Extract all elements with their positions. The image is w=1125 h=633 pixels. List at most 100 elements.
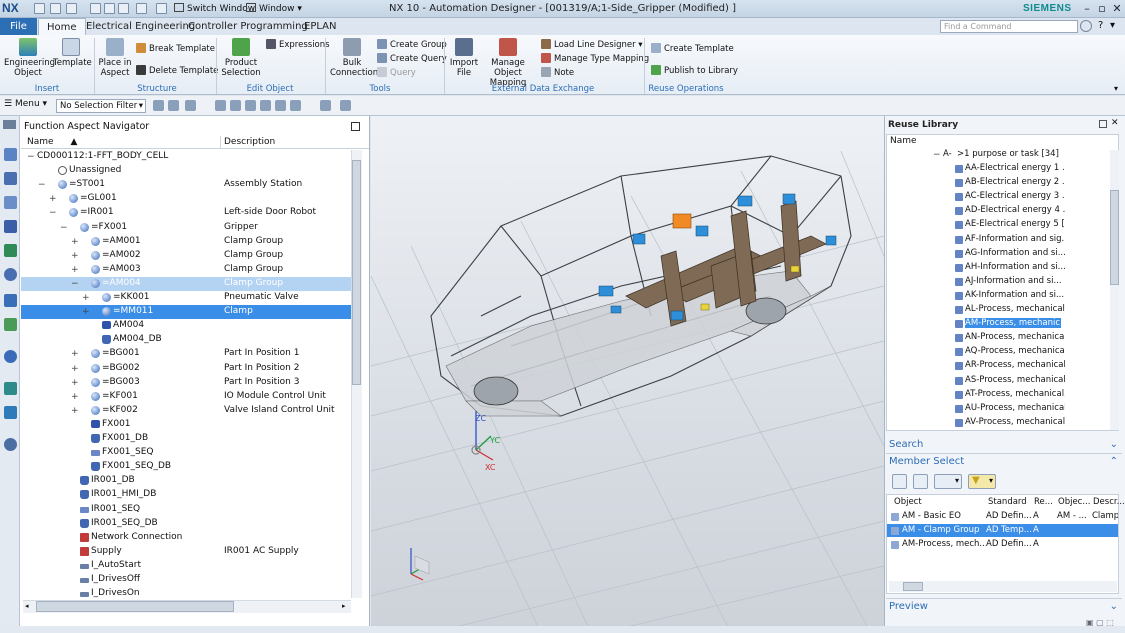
tree-row[interactable]: − CD000112:1-FFT_BODY_CELL bbox=[21, 150, 351, 164]
tree-row[interactable]: Supply IR001 AC Supply bbox=[21, 545, 351, 559]
reuse-library-item[interactable]: AQ-Process, mechanical... bbox=[887, 345, 1112, 359]
select-all-icon[interactable] bbox=[153, 100, 164, 111]
break-template-button[interactable]: Break Template bbox=[136, 43, 215, 54]
create-query-button[interactable]: Create Query bbox=[377, 53, 447, 64]
graphics-window[interactable]: ZC YC XC bbox=[371, 116, 884, 633]
member-row[interactable]: AM-Process, mech... AD Defin... A bbox=[887, 538, 1118, 551]
tree-row[interactable]: Unassigned bbox=[21, 164, 351, 178]
tree-row[interactable]: + =KF001 IO Module Control Unit bbox=[21, 390, 351, 404]
tree-row[interactable]: FX001_DB bbox=[21, 432, 351, 446]
tree-row[interactable]: FX001 bbox=[21, 418, 351, 432]
tree-row[interactable]: Network Connection bbox=[21, 531, 351, 545]
member-col-descr[interactable]: Descr... bbox=[1093, 497, 1125, 507]
tree-row[interactable]: I_DrivesOn bbox=[21, 587, 351, 601]
collapse-icon[interactable]: − bbox=[27, 152, 35, 162]
member-select-header[interactable]: Member Select ⌃ bbox=[886, 453, 1122, 468]
view-icon[interactable] bbox=[340, 100, 351, 111]
load-line-designer-button[interactable]: Load Line Designer ▾ bbox=[541, 39, 643, 50]
member-row[interactable]: AM - Basic EO AD Defin... A AM - ... Clamp bbox=[887, 510, 1118, 523]
column-header-description[interactable]: Description bbox=[224, 137, 275, 147]
pick-icon[interactable] bbox=[185, 100, 196, 111]
reuse-library-item[interactable]: AT-Process, mechanical... bbox=[887, 388, 1112, 402]
rotate-icon[interactable] bbox=[275, 100, 286, 111]
function-aspect-icon[interactable] bbox=[4, 172, 17, 185]
collapse-icon[interactable]: − bbox=[49, 208, 57, 218]
reuse-vertical-scroll-thumb[interactable] bbox=[1110, 190, 1119, 285]
reuse-library-item[interactable]: AE-Electrical energy 5 [E... bbox=[887, 218, 1112, 232]
import-file-button[interactable]: Import File bbox=[448, 38, 480, 78]
close-icon[interactable]: ✕ bbox=[1110, 2, 1124, 15]
expand-icon[interactable]: + bbox=[71, 237, 79, 247]
ribbon-expand-icon[interactable]: ▾ bbox=[1114, 84, 1118, 93]
member-col-re[interactable]: Re... bbox=[1034, 497, 1053, 507]
tree-row[interactable]: IR001_SEQ bbox=[21, 503, 351, 517]
reuse-library-item[interactable]: AN-Process, mechanical... bbox=[887, 331, 1112, 345]
reuse-library-item[interactable]: AH-Information and si... bbox=[887, 261, 1112, 275]
tree-row[interactable]: IR001_SEQ_DB bbox=[21, 517, 351, 531]
tree-row[interactable]: − =FX001 Gripper bbox=[21, 221, 351, 235]
menu-button[interactable]: ☰ Menu ▾ bbox=[4, 99, 47, 109]
column-header-name[interactable]: Name ▲ bbox=[27, 137, 77, 147]
query-button[interactable]: Query bbox=[377, 67, 416, 78]
reuse-maximize-icon[interactable] bbox=[1099, 120, 1107, 128]
template-button[interactable]: Template bbox=[53, 38, 92, 68]
tree-row[interactable]: + =BG001 Part In Position 1 bbox=[21, 347, 351, 361]
signal-icon[interactable] bbox=[4, 294, 17, 307]
expand-icon[interactable]: + bbox=[71, 392, 79, 402]
expand-icon[interactable]: + bbox=[71, 251, 79, 261]
expand-icon[interactable]: + bbox=[49, 194, 57, 204]
reuse-library-item[interactable]: AG-Information and si... bbox=[887, 247, 1112, 261]
tree-row[interactable]: + =BG002 Part In Position 2 bbox=[21, 362, 351, 376]
collapse-icon[interactable]: − bbox=[71, 279, 79, 289]
tree-row[interactable]: − =ST001 Assembly Station bbox=[21, 178, 351, 192]
scroll-right-icon[interactable]: ▸ bbox=[342, 602, 346, 610]
process-icon[interactable] bbox=[4, 382, 17, 395]
tree-row[interactable]: AM004_DB bbox=[21, 333, 351, 347]
bulk-connection-button[interactable]: Bulk Connection bbox=[330, 38, 378, 78]
restore-icon[interactable]: ▫ bbox=[1095, 2, 1109, 15]
snap-icon[interactable] bbox=[168, 100, 179, 111]
orient-icon[interactable] bbox=[245, 100, 256, 111]
minimize-icon[interactable]: – bbox=[1080, 2, 1094, 15]
collapse-icon[interactable]: − bbox=[38, 180, 46, 190]
reuse-library-item[interactable]: AL-Process, mechanical... bbox=[887, 303, 1112, 317]
product-selection-button[interactable]: Product Selection bbox=[220, 38, 262, 78]
shaded-icon[interactable] bbox=[260, 100, 271, 111]
web-browser-icon[interactable] bbox=[4, 268, 17, 281]
tree-row[interactable]: FX001_SEQ_DB bbox=[21, 460, 351, 474]
reuse-root-item[interactable]: − A- >1 purpose or task [34] bbox=[887, 148, 1112, 162]
info-icon[interactable] bbox=[4, 350, 17, 363]
ribbon-options-icon[interactable]: ▾ bbox=[1110, 20, 1115, 31]
scroll-left-icon[interactable]: ◂ bbox=[25, 602, 29, 610]
preview-panel-header[interactable]: Preview ⌄ bbox=[886, 598, 1122, 613]
tree-row[interactable]: − =IR001 Left-side Door Robot bbox=[21, 206, 351, 220]
expand-icon[interactable]: + bbox=[71, 349, 79, 359]
tree-row[interactable]: + =AM002 Clamp Group bbox=[21, 249, 351, 263]
location-aspect-icon[interactable] bbox=[4, 220, 17, 233]
reuse-library-item[interactable]: AD-Electrical energy 4 ... bbox=[887, 204, 1112, 218]
reuse-column-header-name[interactable]: Name bbox=[890, 136, 917, 146]
command-search-input[interactable]: Find a Command bbox=[940, 20, 1078, 33]
navigator-horizontal-scroll-thumb[interactable] bbox=[36, 601, 234, 612]
selection-filter-select[interactable]: No Selection Filter ▾ bbox=[56, 99, 146, 113]
clock-icon[interactable] bbox=[4, 438, 17, 451]
member-horizontal-scroll-thumb[interactable] bbox=[903, 582, 923, 591]
display-mode-icon[interactable] bbox=[290, 100, 301, 111]
member-search-icon[interactable] bbox=[892, 474, 907, 489]
member-remove-icon[interactable] bbox=[913, 474, 928, 489]
member-col-standard[interactable]: Standard bbox=[988, 497, 1027, 507]
expand-icon[interactable]: + bbox=[71, 378, 79, 388]
expand-icon[interactable]: + bbox=[71, 406, 79, 416]
zoom-icon[interactable] bbox=[230, 100, 241, 111]
expand-icon[interactable]: + bbox=[82, 293, 90, 303]
place-in-aspect-button[interactable]: Place in Aspect bbox=[98, 38, 132, 78]
column-divider[interactable] bbox=[220, 136, 221, 149]
search-panel-header[interactable]: Search ⌄ bbox=[886, 437, 1122, 452]
expand-icon[interactable]: + bbox=[82, 307, 90, 317]
navigator-vertical-scroll-thumb[interactable] bbox=[352, 160, 361, 385]
reuse-library-item[interactable]: AB-Electrical energy 2 ... bbox=[887, 176, 1112, 190]
expressions-button[interactable]: Expressions bbox=[266, 39, 330, 50]
member-col-objec[interactable]: Objec... bbox=[1058, 497, 1090, 507]
search-icon[interactable] bbox=[1080, 20, 1092, 32]
tab-file[interactable]: File bbox=[0, 18, 37, 35]
